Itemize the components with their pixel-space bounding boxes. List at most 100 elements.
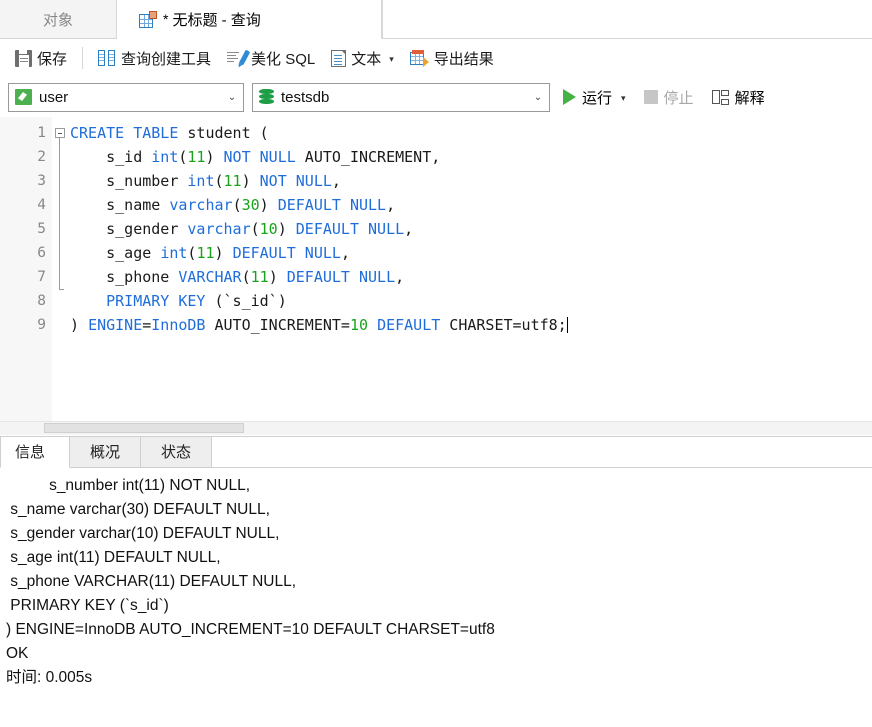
export-result-label: 导出结果 <box>433 50 494 68</box>
sql-editor[interactable]: 1 2 3 4 5 6 7 8 9 CREATE TABLE student ( s_id in… <box>0 117 872 436</box>
code-token: (`s_id`) <box>205 292 287 310</box>
chevron-down-icon[interactable]: ▾ <box>389 54 394 65</box>
tab-object-label: 对象 <box>42 11 73 29</box>
text-caret <box>566 317 568 333</box>
code-token: s_phone <box>70 268 179 286</box>
result-tab-信息[interactable]: 信息 <box>0 436 71 468</box>
chevron-down-icon[interactable]: ⌄ <box>221 92 243 103</box>
save-button[interactable]: 保存 <box>8 44 74 73</box>
result-tab-bar: 信息 概况 状态 <box>0 436 872 468</box>
code-token: s_age <box>70 244 161 262</box>
code-token: , <box>404 220 414 238</box>
code-token: ) <box>277 220 296 238</box>
save-icon <box>15 49 32 67</box>
code-line: s_age int(11) DEFAULT NULL, <box>70 241 872 265</box>
line-number: 8 <box>37 293 46 309</box>
code-token: , <box>386 196 396 214</box>
connection-select[interactable]: user ⌄ <box>8 82 244 112</box>
chevron-down-icon[interactable]: ⌄ <box>527 92 549 103</box>
code-token: int <box>160 244 188 262</box>
run-button[interactable]: 运行 ▾ <box>558 84 631 111</box>
play-icon <box>563 89 576 105</box>
tab-modified-star: * <box>163 11 169 27</box>
text-format-button[interactable]: 文本 ▾ <box>324 44 401 73</box>
code-line: PRIMARY KEY (`s_id`) <box>70 289 872 313</box>
connection-bar: user ⌄ testsdb ⌄ 运行 ▾ 停止 解释 <box>0 77 872 117</box>
code-token: DEFAULT NULL <box>286 268 396 286</box>
code-token: AUTO_INCREMENT, <box>295 148 441 166</box>
code-token: CHARSET=utf8; <box>440 316 567 334</box>
code-token: varchar <box>169 196 233 214</box>
code-token: ( <box>232 196 242 214</box>
stop-button-label: 停止 <box>663 89 694 107</box>
line-number: 2 <box>37 149 46 165</box>
code-token: DEFAULT NULL <box>295 220 405 238</box>
code-token: , <box>395 268 405 286</box>
chevron-down-icon[interactable]: ▾ <box>621 93 626 104</box>
beautify-sql-icon <box>227 49 251 66</box>
tab-object[interactable]: 对象 <box>0 0 117 38</box>
sql-code-area[interactable]: CREATE TABLE student ( s_id int(11) NOT … <box>52 117 872 435</box>
query-builder-button[interactable]: 查询创建工具 <box>91 44 218 73</box>
code-token: = <box>142 316 152 334</box>
tab-query-untitled[interactable]: * 无标题 - 查询 <box>117 0 382 39</box>
code-token: 10 <box>259 220 278 238</box>
save-button-label: 保存 <box>37 50 68 68</box>
database-icon <box>259 89 274 105</box>
editor-horizontal-scrollbar[interactable] <box>0 421 872 435</box>
query-builder-icon <box>98 50 116 66</box>
code-token: int <box>187 172 215 190</box>
toolbar-separator <box>82 47 84 69</box>
code-token: ENGINE <box>88 316 143 334</box>
code-token: ) <box>259 196 278 214</box>
line-number: 5 <box>37 221 46 237</box>
code-token: DEFAULT NULL <box>232 244 341 262</box>
editor-gutter: 1 2 3 4 5 6 7 8 9 <box>0 117 52 435</box>
query-table-icon <box>139 10 157 28</box>
beautify-sql-label: 美化 SQL <box>251 50 316 68</box>
tab-strip-filler <box>381 0 872 38</box>
code-token: ) <box>214 244 233 262</box>
result-tab-状态[interactable]: 状态 <box>140 436 213 467</box>
code-token: 10 <box>349 316 369 334</box>
beautify-sql-button[interactable]: 美化 SQL <box>220 44 322 73</box>
code-token: VARCHAR <box>178 268 242 286</box>
code-token: ) <box>205 148 224 166</box>
code-token: 11 <box>223 172 242 190</box>
explain-button[interactable]: 解释 <box>707 84 770 111</box>
export-result-button[interactable]: 导出结果 <box>403 44 501 73</box>
main-toolbar: 保存 查询创建工具 美化 SQL 文本 ▾ 导出结果 <box>0 39 872 77</box>
document-icon <box>331 49 347 67</box>
code-token: , <box>340 244 350 262</box>
line-number: 4 <box>37 197 46 213</box>
code-token: ( <box>241 268 251 286</box>
code-token: ( <box>214 172 224 190</box>
stop-button[interactable]: 停止 <box>639 84 699 111</box>
database-select[interactable]: testsdb ⌄ <box>252 82 550 112</box>
stop-icon <box>643 90 658 104</box>
result-tab-概况[interactable]: 概况 <box>69 436 142 467</box>
scrollbar-thumb[interactable] <box>44 423 244 433</box>
code-token: s_number <box>70 172 188 190</box>
code-token: NOT NULL <box>259 172 332 190</box>
line-number: 1 <box>37 125 46 141</box>
code-token: DEFAULT NULL <box>277 196 387 214</box>
code-line: s_id int(11) NOT NULL AUTO_INCREMENT, <box>70 145 872 169</box>
code-token: NOT NULL <box>223 148 296 166</box>
code-token: PRIMARY KEY <box>106 292 206 310</box>
code-token: int <box>151 148 179 166</box>
code-token: ( <box>250 220 260 238</box>
code-line: ) ENGINE=InnoDB AUTO_INCREMENT=10 DEFAUL… <box>70 313 872 337</box>
code-line: s_name varchar(30) DEFAULT NULL, <box>70 193 872 217</box>
code-line: CREATE TABLE student ( <box>70 121 872 145</box>
line-number: 9 <box>37 317 46 333</box>
message-log: s_number int(11) NOT NULL, s_name varcha… <box>6 477 495 686</box>
code-token: ) <box>241 172 260 190</box>
database-value: testsdb <box>281 88 330 106</box>
code-token: s_gender <box>70 220 188 238</box>
code-line: s_phone VARCHAR(11) DEFAULT NULL, <box>70 265 872 289</box>
code-token: CREATE TABLE <box>70 124 179 142</box>
code-line: s_number int(11) NOT NULL, <box>70 169 872 193</box>
